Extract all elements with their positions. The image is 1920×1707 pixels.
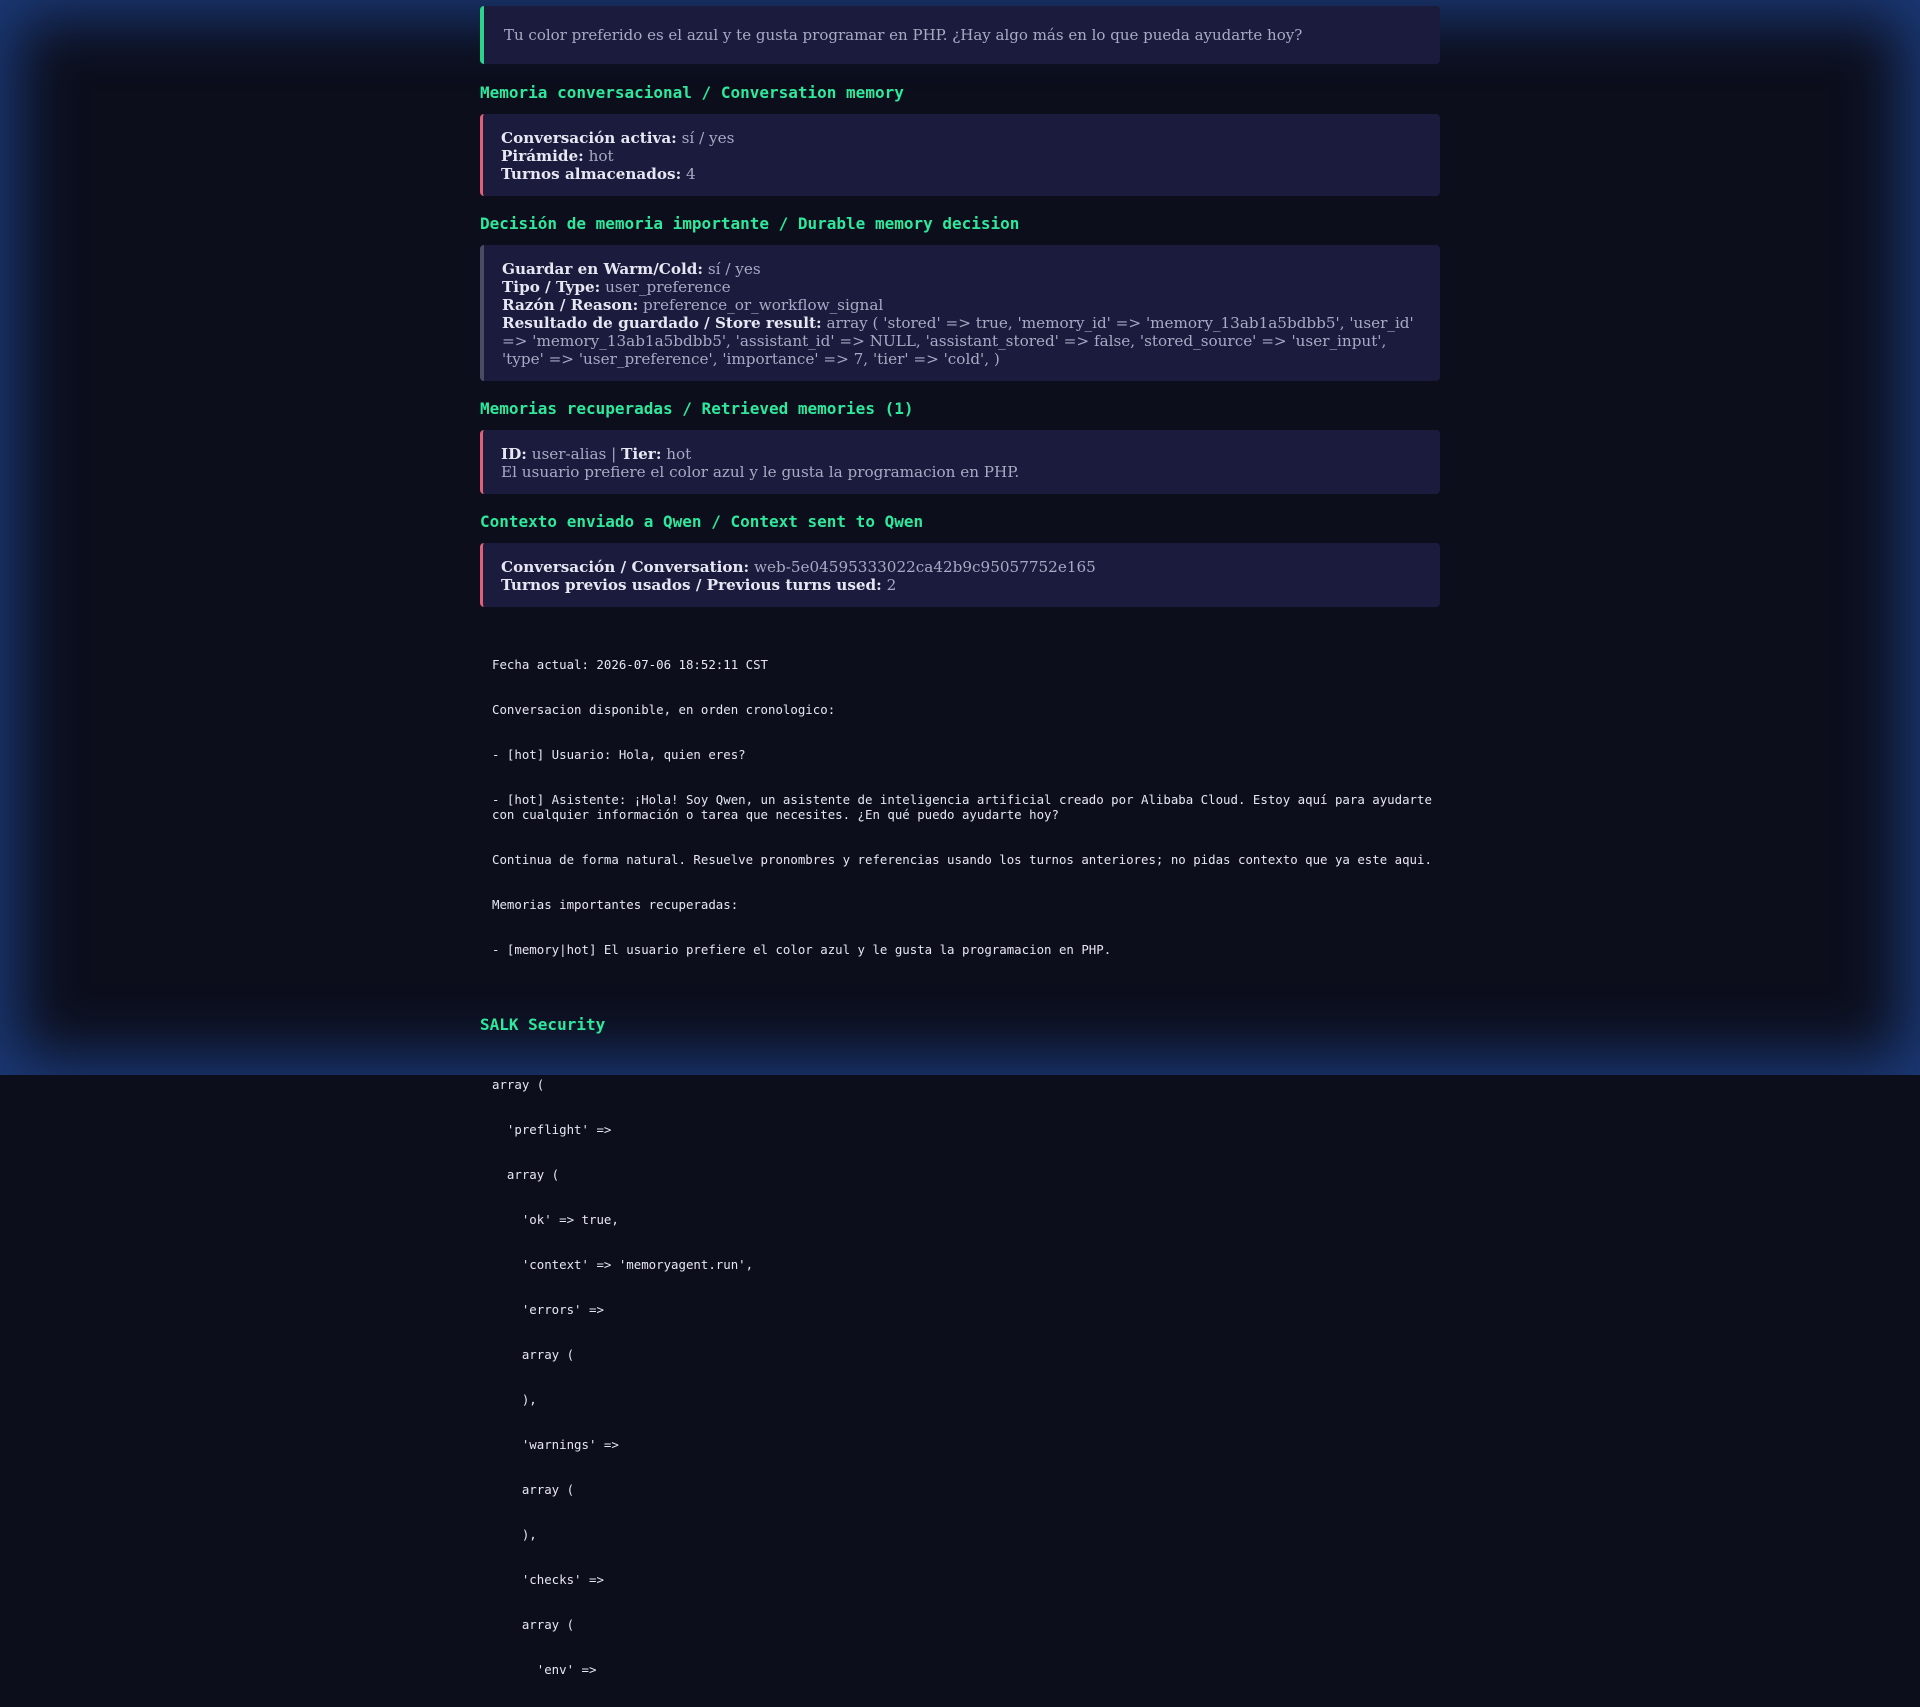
save-warm-cold-value: sí / yes: [707, 260, 761, 278]
dump-line: array (: [492, 1077, 545, 1092]
assistant-reply-text: Tu color preferido es el azul y te gusta…: [504, 26, 1303, 44]
prompt-line: Memorias importantes recuperadas:: [492, 897, 739, 912]
dump-line: array (: [492, 1482, 575, 1497]
dump-line: ),: [492, 1527, 537, 1542]
context-sent-heading: Contexto enviado a Qwen / Context sent t…: [480, 512, 924, 531]
dump-line: 'env' =>: [492, 1662, 597, 1677]
conversation-memory-heading: Memoria conversacional / Conversation me…: [480, 83, 904, 102]
conversation-id-value: web-5e04595333022ca42b9c95057752e165: [753, 558, 1096, 576]
prompt-line: - [memory|hot] El usuario prefiere el co…: [492, 942, 1112, 957]
prompt-line: Conversacion disponible, en orden cronol…: [492, 702, 836, 717]
main-content: Tu color preferido es el azul y te gusta…: [480, 0, 1440, 1707]
memory-id-value: user-alias: [531, 445, 607, 463]
dump-line: 'preflight' =>: [492, 1122, 612, 1137]
save-warm-cold-label: Guardar en Warm/Cold:: [502, 260, 704, 278]
memory-id-row: ID: user-alias | Tier: hot: [501, 445, 1422, 463]
memory-separator: |: [611, 445, 617, 463]
memory-reason-label: Razón / Reason:: [502, 296, 639, 314]
memory-type-label: Tipo / Type:: [502, 278, 601, 296]
pyramid-value: hot: [588, 147, 614, 165]
store-result-label: Resultado de guardado / Store result:: [502, 314, 822, 332]
stored-turns-label: Turnos almacenados:: [501, 165, 682, 183]
memory-tier-label: Tier:: [621, 445, 662, 463]
prompt-line: - [hot] Asistente: ¡Hola! Soy Qwen, un a…: [492, 792, 1440, 822]
memory-text: El usuario prefiere el color azul y le g…: [501, 463, 1020, 481]
previous-turns-value: 2: [886, 576, 897, 594]
memory-tier-value: hot: [666, 445, 692, 463]
salk-security-heading: SALK Security: [480, 1015, 606, 1034]
durable-memory-heading: Decisión de memoria importante / Durable…: [480, 214, 1020, 233]
dump-line: 'warnings' =>: [492, 1437, 619, 1452]
prompt-line: - [hot] Usuario: Hola, quien eres?: [492, 747, 746, 762]
dump-line: 'errors' =>: [492, 1302, 604, 1317]
dump-line: array (: [492, 1167, 560, 1182]
pyramid-row: Pirámide: hot: [501, 147, 1422, 165]
dump-line: 'ok' => true,: [492, 1212, 619, 1227]
conversation-id-label: Conversación / Conversation:: [501, 558, 750, 576]
previous-turns-label: Turnos previos usados / Previous turns u…: [501, 576, 882, 594]
dump-line: 'checks' =>: [492, 1572, 604, 1587]
durable-memory-card: Guardar en Warm/Cold: sí / yes Tipo / Ty…: [480, 245, 1440, 381]
stored-turns-row: Turnos almacenados: 4: [501, 165, 1422, 183]
memory-reason-row: Razón / Reason: preference_or_workflow_s…: [502, 296, 1422, 314]
conversation-memory-card: Conversación activa: sí / yes Pirámide: …: [480, 114, 1440, 196]
store-result-row: Resultado de guardado / Store result: ar…: [502, 314, 1422, 368]
stored-turns-value: 4: [686, 165, 696, 183]
memory-type-value: user_preference: [605, 278, 731, 296]
conversation-active-row: Conversación activa: sí / yes: [501, 129, 1422, 147]
prompt-line: Continua de forma natural. Resuelve pron…: [492, 852, 1432, 867]
security-dump-block: array ( 'preflight' => array ( 'ok' => t…: [480, 1047, 1440, 1707]
pyramid-label: Pirámide:: [501, 147, 584, 165]
previous-turns-row: Turnos previos usados / Previous turns u…: [501, 576, 1422, 594]
retrieved-memory-card: ID: user-alias | Tier: hot El usuario pr…: [480, 430, 1440, 494]
dump-line: array (: [492, 1617, 575, 1632]
conversation-id-row: Conversación / Conversation: web-5e04595…: [501, 558, 1422, 576]
context-prompt-block: Fecha actual: 2026-07-06 18:52:11 CST Co…: [480, 627, 1440, 987]
dump-line: array (: [492, 1347, 575, 1362]
memory-reason-value: preference_or_workflow_signal: [643, 296, 884, 314]
save-warm-cold-row: Guardar en Warm/Cold: sí / yes: [502, 260, 1422, 278]
assistant-reply-card: Tu color preferido es el azul y te gusta…: [480, 6, 1440, 64]
conversation-active-value: sí / yes: [681, 129, 735, 147]
retrieved-memories-heading: Memorias recuperadas / Retrieved memorie…: [480, 399, 914, 418]
prompt-line: Fecha actual: 2026-07-06 18:52:11 CST: [492, 657, 769, 672]
memory-id-label: ID:: [501, 445, 527, 463]
context-sent-card: Conversación / Conversation: web-5e04595…: [480, 543, 1440, 607]
dump-line: ),: [492, 1392, 537, 1407]
conversation-active-label: Conversación activa:: [501, 129, 677, 147]
memory-type-row: Tipo / Type: user_preference: [502, 278, 1422, 296]
dump-line: 'context' => 'memoryagent.run',: [492, 1257, 754, 1272]
